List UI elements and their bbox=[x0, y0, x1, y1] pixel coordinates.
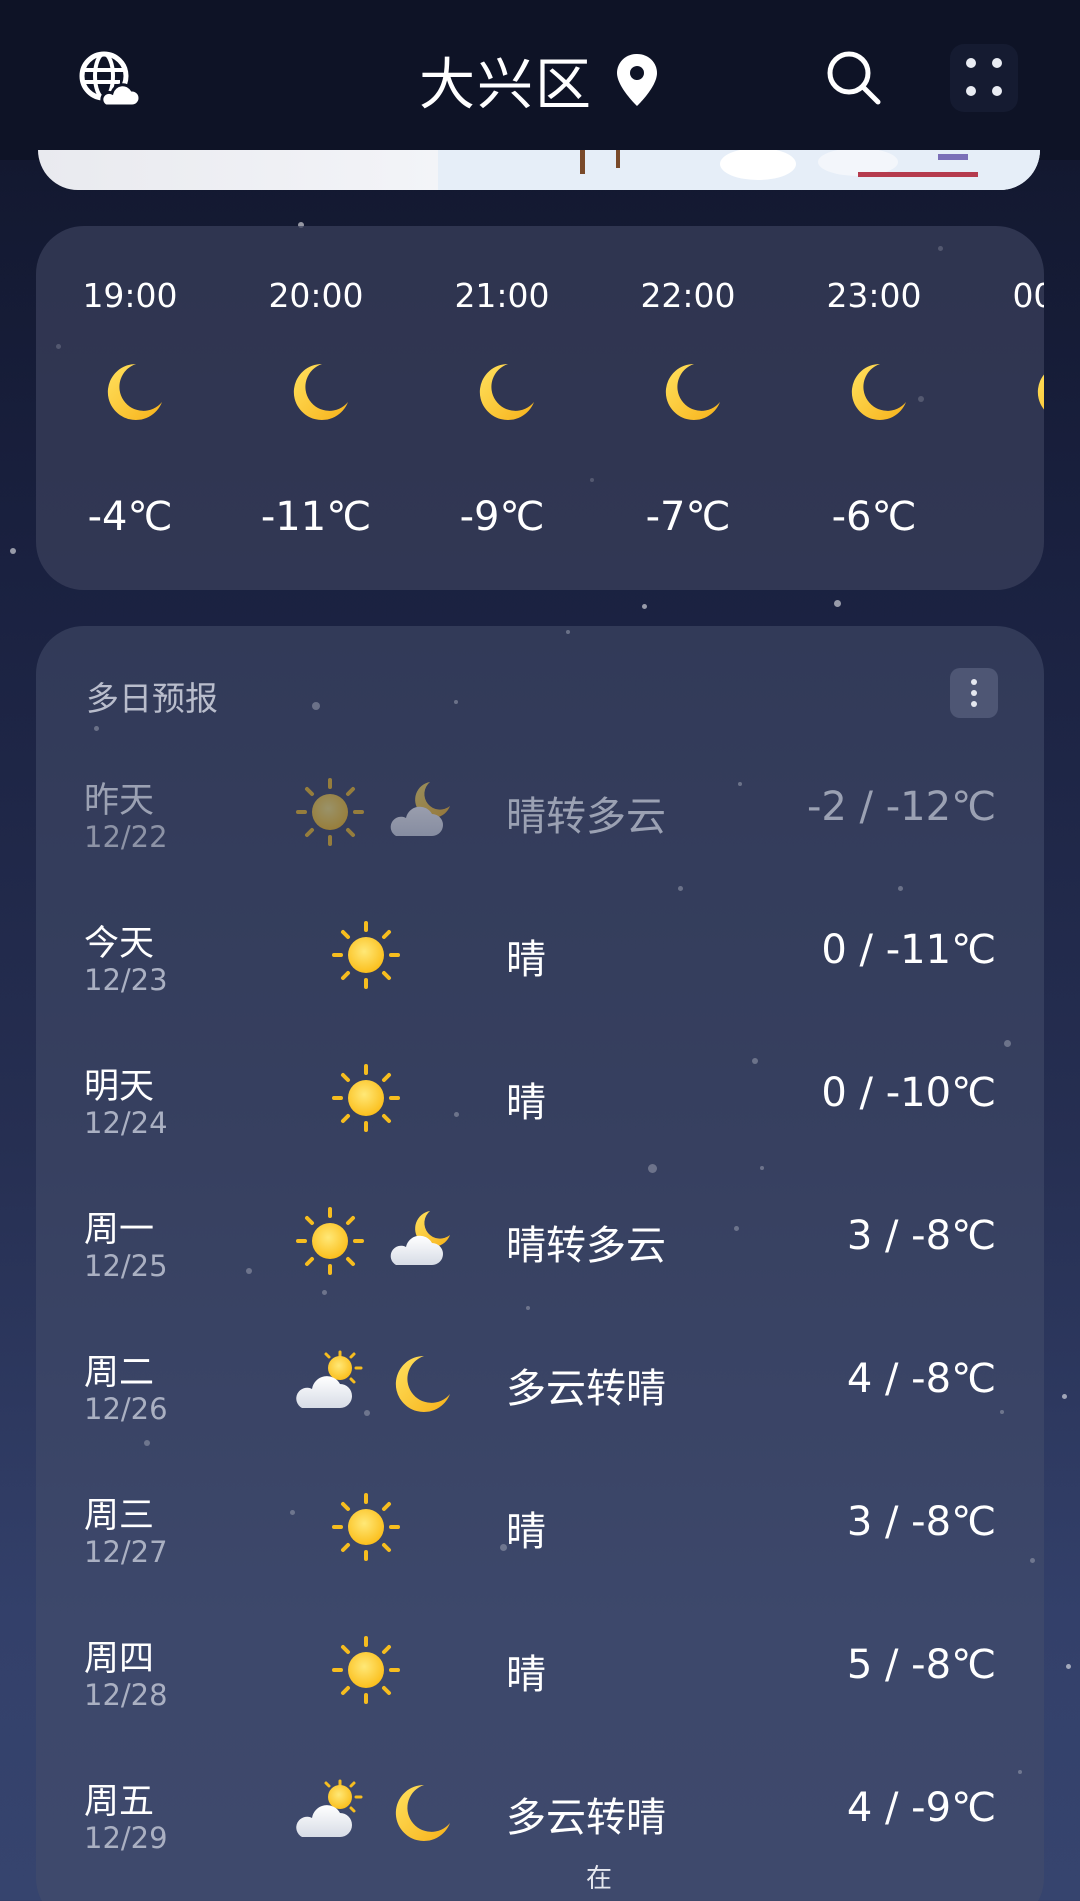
app-header: 大兴区 bbox=[0, 0, 1080, 160]
temperature-range: 3 / -8℃ bbox=[846, 1499, 996, 1545]
page-title[interactable]: 大兴区 bbox=[419, 40, 593, 121]
temperature-range: 5 / -8℃ bbox=[846, 1642, 996, 1688]
sun-icon bbox=[330, 1491, 402, 1563]
moon-cloud-icon bbox=[384, 1205, 456, 1277]
hourly-forecast-card[interactable]: 19:00 -4℃ 20:00 -11℃ 21:00 -9℃ 22:00 -7℃… bbox=[36, 226, 1044, 590]
day-row[interactable]: 周五 12/29 多云转晴 4 / -9℃ bbox=[36, 1763, 1044, 1901]
hour-time: 22:00 bbox=[640, 276, 736, 315]
sun-icon bbox=[330, 919, 402, 991]
daily-forecast-card: 多日预报 昨天 12/22 晴转多云 -2 / -12℃ 今天 12/23 晴 … bbox=[36, 626, 1044, 1901]
day-name: 周二 bbox=[84, 1353, 155, 1393]
temperature-range: 0 / -11℃ bbox=[821, 927, 996, 973]
day-date: 12/22 bbox=[84, 820, 168, 854]
day-date: 12/27 bbox=[84, 1535, 168, 1569]
day-name: 周三 bbox=[84, 1496, 155, 1536]
hour-time: 19:00 bbox=[82, 276, 178, 315]
day-row[interactable]: 明天 12/24 晴 0 / -10℃ bbox=[36, 1048, 1044, 1191]
hourly-item: 22:00 -7℃ bbox=[608, 226, 768, 590]
day-name: 明天 bbox=[84, 1067, 155, 1107]
hour-temp: -9℃ bbox=[459, 494, 545, 540]
moon-icon bbox=[384, 1777, 456, 1849]
day-row[interactable]: 周四 12/28 晴 5 / -8℃ bbox=[36, 1620, 1044, 1763]
temperature-range: 0 / -10℃ bbox=[821, 1070, 996, 1116]
moon-icon bbox=[840, 356, 912, 428]
sun-icon bbox=[294, 776, 366, 848]
sun-cloud-icon bbox=[294, 1348, 366, 1420]
weather-banner-image bbox=[38, 150, 1040, 190]
weather-description: 晴 bbox=[506, 1652, 546, 1698]
temperature-range: 3 / -8℃ bbox=[846, 1213, 996, 1259]
hour-time: 21:00 bbox=[454, 276, 550, 315]
temperature-range: 4 / -9℃ bbox=[846, 1785, 996, 1831]
moon-icon bbox=[654, 356, 726, 428]
hourly-item: 23:00 -6℃ bbox=[794, 226, 954, 590]
more-vertical-icon[interactable] bbox=[950, 668, 998, 718]
day-date: 12/26 bbox=[84, 1392, 168, 1426]
day-date: 12/25 bbox=[84, 1249, 168, 1283]
hourly-item: 20:00 -11℃ bbox=[236, 226, 396, 590]
search-icon[interactable] bbox=[824, 48, 884, 108]
sun-icon bbox=[330, 1634, 402, 1706]
more-grid-icon[interactable] bbox=[950, 44, 1018, 112]
hour-time: 23:00 bbox=[826, 276, 922, 315]
hour-temp: -7℃ bbox=[645, 494, 731, 540]
weather-description: 晴 bbox=[506, 1080, 546, 1126]
weather-description: 晴 bbox=[506, 1509, 546, 1555]
moon-cloud-icon bbox=[384, 776, 456, 848]
moon-icon bbox=[384, 1348, 456, 1420]
day-name: 昨天 bbox=[84, 781, 155, 821]
day-date: 12/23 bbox=[84, 963, 168, 997]
sun-cloud-icon bbox=[294, 1777, 366, 1849]
day-date: 12/28 bbox=[84, 1678, 168, 1712]
weather-description: 晴转多云 bbox=[506, 794, 666, 840]
temperature-range: -2 / -12℃ bbox=[806, 784, 996, 830]
weather-description: 多云转晴 bbox=[506, 1366, 666, 1412]
day-row[interactable]: 昨天 12/22 晴转多云 -2 / -12℃ bbox=[36, 762, 1044, 905]
weather-description: 多云转晴 bbox=[506, 1795, 666, 1841]
weather-description: 晴转多云 bbox=[506, 1223, 666, 1269]
day-date: 12/29 bbox=[84, 1821, 168, 1855]
day-name: 周四 bbox=[84, 1639, 155, 1679]
hour-temp: -6℃ bbox=[831, 494, 917, 540]
hour-temp: -4℃ bbox=[87, 494, 173, 540]
day-row[interactable]: 今天 12/23 晴 0 / -11℃ bbox=[36, 905, 1044, 1048]
hour-time: 20:00 bbox=[268, 276, 364, 315]
hourly-item: 21:00 -9℃ bbox=[422, 226, 582, 590]
moon-icon bbox=[1026, 356, 1044, 428]
location-pin-icon bbox=[617, 54, 657, 106]
day-row[interactable]: 周三 12/27 晴 3 / -8℃ bbox=[36, 1477, 1044, 1620]
sun-icon bbox=[330, 1062, 402, 1134]
day-name: 周一 bbox=[84, 1210, 155, 1250]
bottom-hint-text: 在 bbox=[586, 1864, 613, 1894]
hourly-item: 19:00 -4℃ bbox=[50, 226, 210, 590]
day-name: 周五 bbox=[84, 1782, 155, 1822]
day-row[interactable]: 周一 12/25 晴转多云 3 / -8℃ bbox=[36, 1191, 1044, 1334]
day-row[interactable]: 周二 12/26 多云转晴 4 / -8℃ bbox=[36, 1334, 1044, 1477]
sun-icon bbox=[294, 1205, 366, 1277]
temperature-range: 4 / -8℃ bbox=[846, 1356, 996, 1402]
moon-icon bbox=[468, 356, 540, 428]
day-date: 12/24 bbox=[84, 1106, 168, 1140]
daily-forecast-title: 多日预报 bbox=[86, 679, 218, 718]
moon-icon bbox=[96, 356, 168, 428]
day-name: 今天 bbox=[84, 924, 155, 964]
moon-icon bbox=[282, 356, 354, 428]
hourly-item: 00:00 - bbox=[980, 226, 1044, 590]
hour-temp: -11℃ bbox=[260, 494, 372, 540]
hour-temp: - bbox=[980, 494, 1044, 540]
hour-time: 00:00 bbox=[1012, 276, 1044, 315]
weather-description: 晴 bbox=[506, 937, 546, 983]
